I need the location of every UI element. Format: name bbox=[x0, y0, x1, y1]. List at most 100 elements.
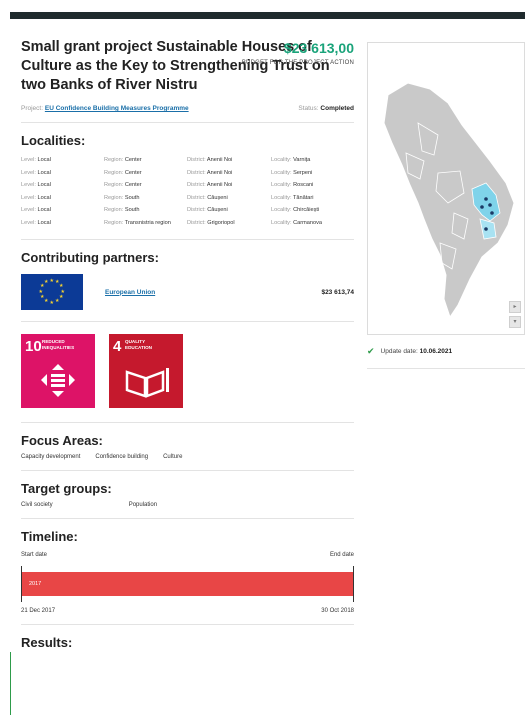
project-meta-left: Project: EU Confidence Building Measures… bbox=[21, 105, 189, 112]
timeline-year: 2017 bbox=[29, 581, 42, 587]
update-label: Update date: bbox=[380, 348, 418, 355]
partner-row: ★ ★ ★ ★ ★ ★ ★ ★ ★ ★ ★ ★ European Union $23 613,74 bbox=[21, 273, 354, 311]
partner-link[interactable]: European Union bbox=[105, 289, 321, 296]
cell-label: Level: bbox=[21, 207, 36, 214]
update-date: 10.06.2021 bbox=[419, 348, 453, 355]
cell-value: Transnistria region bbox=[124, 219, 171, 226]
budget-label: BUDGET FOR THE PROJECT ACTION bbox=[241, 60, 354, 66]
cell-value: Local bbox=[37, 219, 51, 226]
timeline-tick-start bbox=[21, 566, 22, 602]
cell-value: Center bbox=[124, 182, 142, 189]
map-card[interactable]: ▸ ▾ bbox=[367, 42, 525, 335]
cell-label: Locality: bbox=[271, 219, 292, 226]
cell-label: Locality: bbox=[271, 207, 292, 214]
table-row: Level: Local Region: South District: Căușe… bbox=[21, 204, 354, 217]
targets-title: Target groups: bbox=[21, 481, 112, 496]
project-label: Project: bbox=[21, 105, 44, 112]
sdg-10-tile[interactable]: 10 REDUCED INEQUALITIES bbox=[21, 334, 95, 408]
locality-cell-locality: Locality: Serpeni bbox=[271, 167, 354, 180]
top-bar bbox=[10, 12, 525, 19]
cell-label: Region: bbox=[104, 169, 124, 176]
budget-box: $23 613,00 BUDGET FOR THE PROJECT ACTION bbox=[204, 40, 354, 66]
cell-label: Level: bbox=[21, 169, 36, 176]
cell-value: Local bbox=[37, 182, 51, 189]
locality-cell-region: Region: South bbox=[104, 192, 187, 205]
partners-title: Contributing partners: bbox=[21, 250, 159, 265]
cell-value: Center bbox=[124, 157, 142, 164]
timeline-dates: 21 Dec 2017 30 Oct 2018 bbox=[21, 608, 354, 614]
cell-label: District: bbox=[187, 182, 206, 189]
locality-cell-level: Level: Local bbox=[21, 154, 104, 167]
cell-value: Anenii Noi bbox=[206, 182, 233, 189]
locality-cell-level: Level: Local bbox=[21, 167, 104, 180]
cell-label: Locality: bbox=[271, 194, 292, 201]
map-zoom-out-button[interactable]: ▾ bbox=[509, 316, 521, 328]
locality-cell-locality: Locality: Carmanova bbox=[271, 217, 354, 230]
divider bbox=[21, 624, 354, 625]
timeline-fill bbox=[21, 572, 354, 596]
locality-cell-level: Level: Local bbox=[21, 217, 104, 230]
cell-label: Level: bbox=[21, 182, 36, 189]
map-zoom-in-button[interactable]: ▸ bbox=[509, 301, 521, 313]
cell-value: Local bbox=[37, 207, 51, 214]
star-icon: ★ bbox=[49, 299, 54, 306]
cell-value: Local bbox=[37, 157, 51, 164]
project-meta: Project: EU Confidence Building Measures… bbox=[21, 105, 354, 112]
focus-title: Focus Areas: bbox=[21, 433, 103, 448]
cell-value: Căușeni bbox=[207, 207, 228, 214]
star-icon: ★ bbox=[39, 294, 45, 300]
cell-label: Region: bbox=[104, 157, 124, 164]
locality-cell-district: District: Anenii Noi bbox=[187, 179, 271, 192]
cell-value: Roscani bbox=[293, 182, 314, 189]
partner-amount: $23 613,74 bbox=[321, 288, 354, 296]
book-icon bbox=[125, 368, 169, 398]
project-header: Small grant project Sustainable Houses o… bbox=[21, 38, 354, 95]
cell-label: Region: bbox=[104, 219, 124, 226]
cell-label: Region: bbox=[104, 182, 124, 189]
locality-cell-level: Level: Local bbox=[21, 204, 104, 217]
divider bbox=[21, 518, 354, 519]
update-row: ✔ Update date: 10.06.2021 bbox=[367, 346, 525, 357]
cell-label: Locality: bbox=[271, 169, 292, 176]
target-tag: Population bbox=[128, 502, 158, 508]
cell-value: Anenii Noi bbox=[206, 169, 233, 176]
cell-label: Region: bbox=[104, 207, 124, 214]
star-icon: ★ bbox=[55, 298, 60, 305]
localities-title: Localities: bbox=[21, 133, 86, 148]
locality-cell-region: Region: Center bbox=[104, 167, 187, 180]
arrow-right-icon: ▸ bbox=[513, 304, 517, 310]
timeline-bar: 2017 bbox=[21, 566, 354, 602]
cell-label: Level: bbox=[21, 194, 36, 201]
table-row: Level: Local Region: South District: Căușe… bbox=[21, 192, 354, 205]
focus-tags: Capacity development Confidence building… bbox=[21, 454, 354, 460]
focus-tag: Confidence building bbox=[95, 454, 149, 460]
cell-value: Căușeni bbox=[207, 194, 228, 201]
end-label: End date bbox=[329, 552, 354, 558]
cell-value: Local bbox=[37, 194, 51, 201]
locality-cell-level: Level: Local bbox=[21, 179, 104, 192]
locality-cell-locality: Locality: Varnița bbox=[271, 154, 354, 167]
status-badge: Completed bbox=[320, 105, 354, 112]
cell-value: Grigoriopol bbox=[207, 219, 235, 226]
cell-label: District: bbox=[187, 169, 206, 176]
locality-cell-locality: Locality: Roscani bbox=[271, 179, 354, 192]
cell-label: Region: bbox=[104, 194, 124, 201]
focus-line bbox=[10, 652, 11, 715]
cell-value: Serpeni bbox=[293, 169, 313, 176]
budget-amount: $23 613,00 bbox=[283, 40, 354, 56]
locality-cell-district: District: Căușeni bbox=[187, 204, 271, 217]
locality-cell-district: District: Anenii Noi bbox=[187, 154, 271, 167]
sdg-4-tile[interactable]: 4 QUALITY EDUCATION bbox=[109, 334, 183, 408]
target-tags: Civil society Population bbox=[21, 502, 354, 508]
equality-icon bbox=[41, 364, 75, 397]
cell-value: Chircăiești bbox=[293, 207, 320, 214]
cell-label: District: bbox=[187, 194, 206, 201]
cell-label: Locality: bbox=[271, 157, 292, 164]
start-date: 21 Dec 2017 bbox=[21, 608, 56, 614]
cell-label: Level: bbox=[21, 157, 36, 164]
programme-link[interactable]: EU Confidence Building Measures Programm… bbox=[45, 105, 189, 112]
cell-label: Locality: bbox=[271, 182, 292, 189]
cell-value: Tănătari bbox=[292, 194, 314, 201]
star-icon: ★ bbox=[38, 288, 43, 295]
moldova-map[interactable] bbox=[368, 43, 525, 336]
